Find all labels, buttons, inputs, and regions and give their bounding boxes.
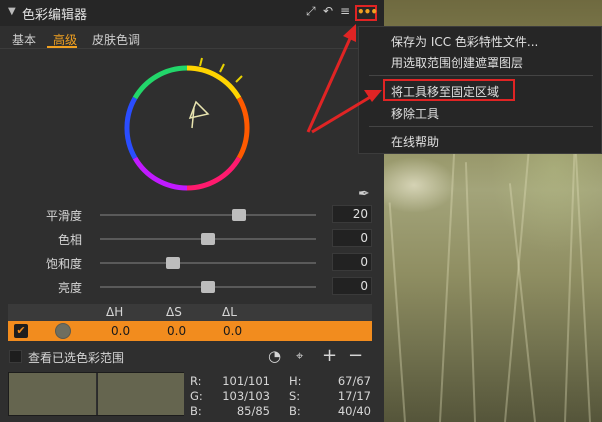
annotation-arrow-line [306, 33, 354, 133]
annotation-arrows [306, 24, 382, 134]
